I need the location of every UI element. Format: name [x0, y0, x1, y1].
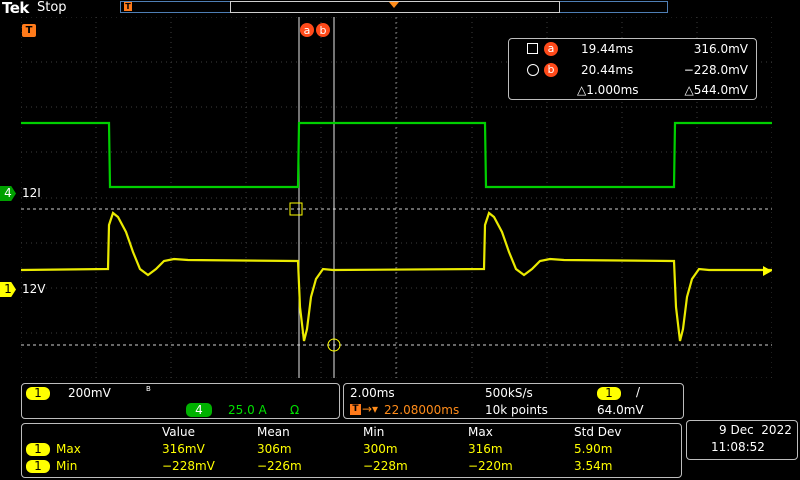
- measurement-cell: 316m: [468, 442, 503, 456]
- measurement-cell: 316mV: [162, 442, 205, 456]
- measurement-header: Value: [162, 425, 195, 439]
- ch1-marker[interactable]: 1: [0, 282, 16, 297]
- top-status-bar: Tek Stop T: [0, 0, 800, 17]
- measurement-header: Std Dev: [574, 425, 622, 439]
- svg-text:b: b: [320, 24, 327, 37]
- time-per-div: 2.00ms: [350, 386, 395, 400]
- cursor-a-tag[interactable]: a: [300, 23, 314, 37]
- measurement-cell: 3.54m: [574, 459, 613, 473]
- cursor-b-tag[interactable]: b: [316, 23, 330, 37]
- cursor-delta-value: △544.0mV: [684, 83, 748, 97]
- cursor-b-badge: b: [544, 63, 558, 77]
- svg-text:a: a: [304, 24, 311, 37]
- cursor-a-square-icon: [527, 43, 538, 54]
- ch4-marker[interactable]: 4: [0, 186, 16, 201]
- cursor-a-badge: a: [544, 42, 558, 56]
- ch4-badge: 4: [186, 403, 212, 417]
- ch1-badge: 1: [26, 387, 50, 400]
- trigger-marker-icon[interactable]: T: [22, 24, 36, 37]
- trigger-position: 22.08000ms: [384, 403, 460, 417]
- measurement-cell: 306m: [257, 442, 292, 456]
- record-length: 10k points: [485, 403, 548, 417]
- measurement-cell: 300m: [363, 442, 398, 456]
- measurement-name: Min: [56, 459, 78, 473]
- measurement-header: Mean: [257, 425, 290, 439]
- datetime-panel: 9 Dec 2022 11:08:52: [686, 420, 798, 460]
- trigger-position-icon: T: [124, 2, 132, 11]
- trigger-arrow-icon: →▾: [362, 402, 379, 416]
- measurement-header: Min: [363, 425, 385, 439]
- date-display: 9 Dec 2022: [719, 423, 792, 437]
- cursor-a-value: 316.0mV: [693, 42, 748, 56]
- cursor-b-time: 20.44ms: [581, 63, 634, 77]
- cursor-a-time: 19.44ms: [581, 42, 634, 56]
- cursor-b-value: −228.0mV: [683, 63, 748, 77]
- ch4-impedance-icon: Ω: [290, 403, 300, 417]
- ch1-bandwidth-icon: B: [146, 385, 151, 393]
- time-display: 11:08:52: [711, 440, 765, 454]
- cursor-delta-time: △1.000ms: [577, 83, 639, 97]
- trigger-source-badge: 1: [597, 387, 621, 400]
- measurement-header: Max: [468, 425, 493, 439]
- measurement-name: Max: [56, 442, 81, 456]
- ch1-scale: 200mV: [68, 386, 111, 400]
- timebase-trigger-panel[interactable]: 2.00ms 500kS/s 1 / T →▾ 22.08000ms 10k p…: [343, 383, 684, 419]
- trigger-position-icon-small: T: [350, 404, 361, 415]
- trigger-point-icon: [389, 2, 399, 8]
- visible-record-window[interactable]: [230, 1, 560, 13]
- cursor-b-circle-icon: [527, 64, 539, 76]
- measurement-channel-badge: 1: [26, 443, 50, 456]
- tek-logo: Tek: [2, 0, 29, 17]
- measurement-cell: 5.90m: [574, 442, 613, 456]
- trigger-level: 64.0mV: [597, 403, 644, 417]
- ch4-label: 12I: [22, 186, 41, 200]
- ch1-label: 12V: [22, 282, 46, 296]
- measurement-cell: −220m: [468, 459, 513, 473]
- measurement-cell: −226m: [257, 459, 302, 473]
- trigger-slope-icon: /: [636, 385, 641, 399]
- sample-rate: 500kS/s: [485, 386, 533, 400]
- channel-settings-panel[interactable]: 1 200mV B 4 25.0 A Ω: [21, 383, 340, 419]
- measurement-cell: −228m: [363, 459, 408, 473]
- measurement-table[interactable]: Value Mean Min Max Std Dev 1 Max 316mV 306m 300m…: [21, 423, 682, 478]
- cursor-readout: a 19.44ms 316.0mV b 20.44ms −228.0mV △1.…: [508, 38, 757, 100]
- measurement-cell: −228mV: [162, 459, 215, 473]
- ch4-scale: 25.0 A: [228, 403, 267, 417]
- acquisition-state: Stop: [37, 0, 67, 15]
- measurement-channel-badge: 1: [26, 460, 50, 473]
